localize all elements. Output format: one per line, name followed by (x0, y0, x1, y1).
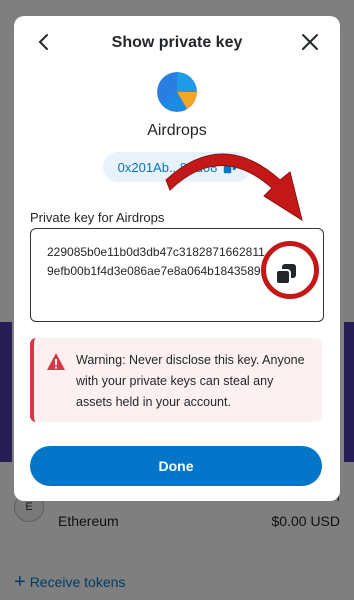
done-button[interactable]: Done (30, 446, 322, 486)
modal-header: Show private key (14, 30, 340, 58)
private-key-text[interactable]: 229085b0e11b0d3db47c31828716628119efb00b… (47, 243, 271, 303)
modal-title: Show private key (111, 34, 243, 51)
address-copy-button[interactable]: 0x201Ab...8Ad08 (103, 152, 251, 182)
warning-text: Warning: Never disclose this key. Anyone… (76, 353, 305, 409)
account-avatar (157, 72, 197, 112)
account-name: Airdrops (147, 122, 207, 139)
close-icon[interactable] (300, 32, 320, 52)
account-address: 0x201Ab...8Ad08 (117, 159, 218, 175)
copy-icon (223, 160, 237, 174)
copy-icon (275, 264, 296, 285)
warning-icon (47, 353, 65, 370)
private-key-box[interactable]: 229085b0e11b0d3db47c31828716628119efb00b… (30, 228, 324, 322)
private-key-label: Private key for Airdrops (30, 210, 165, 225)
show-private-key-modal: Show private key Airdrops 0x201Ab...8Ad0… (14, 16, 340, 501)
warning-banner: Warning: Never disclose this key. Anyone… (30, 338, 322, 422)
